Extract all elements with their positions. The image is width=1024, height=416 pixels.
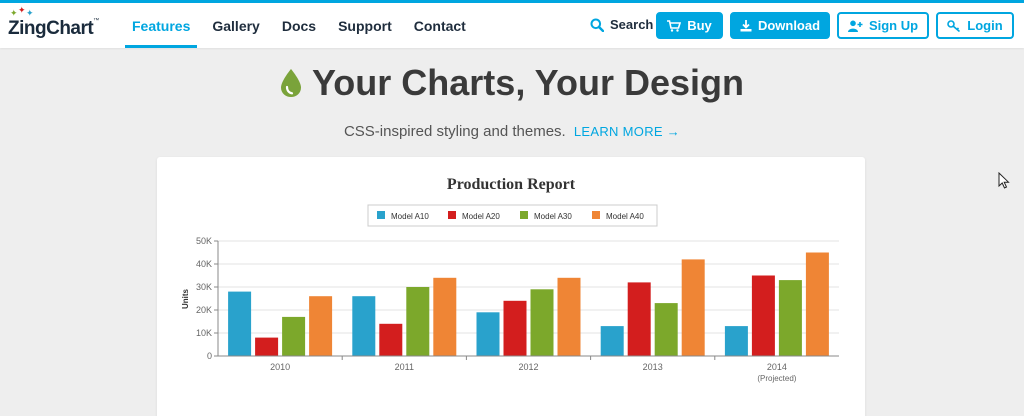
legend-entry-label[interactable]: Model A30	[534, 212, 572, 221]
sign-up-button[interactable]: Sign Up	[837, 12, 929, 39]
main-nav: Features Gallery Docs Support Contact	[125, 3, 481, 48]
logo-spark-icon: ✦	[18, 5, 26, 15]
top-navbar: ✦ ✦ ✦ ZingChart™ Features Gallery Docs S…	[0, 0, 1024, 48]
legend-entry-label[interactable]: Model A20	[462, 212, 500, 221]
login-label: Login	[967, 18, 1003, 33]
bar-model-a40-2013[interactable]	[681, 259, 705, 356]
hero-subtitle: CSS-inspired styling and themes. LEARN M…	[0, 123, 1024, 140]
brand-name: ZingChart™	[8, 18, 99, 39]
bar-model-a10-2012[interactable]	[476, 312, 500, 356]
logo-spark-icon: ✦	[10, 8, 18, 18]
bar-model-a10-2011[interactable]	[352, 296, 376, 356]
water-drop-icon	[280, 69, 301, 97]
y-tick-label: 10K	[196, 328, 212, 338]
chart-title: Production Report	[447, 176, 576, 193]
bar-model-a20-2014[interactable]	[751, 275, 775, 357]
subtitle-text: CSS-inspired styling and themes.	[343, 123, 566, 140]
nav-item-gallery[interactable]: Gallery	[205, 3, 266, 48]
nav-item-features[interactable]: Features	[125, 3, 198, 48]
download-label: Download	[757, 18, 821, 33]
search-icon	[590, 18, 604, 32]
x-tick-sublabel: (Projected)	[757, 374, 796, 383]
hero-heading: Your Charts, Your Design	[0, 62, 1024, 104]
chart-card: Production Report Model A10 Model A20 Mode…	[157, 157, 865, 416]
cart-icon	[667, 19, 682, 32]
bar-model-a20-2011[interactable]	[379, 323, 403, 356]
y-tick-label: 30K	[196, 282, 212, 292]
x-tick-label: 2013	[643, 362, 663, 372]
search-label: Search	[610, 17, 654, 32]
x-tick-label: 2011	[395, 362, 414, 372]
production-report-chart: Production Report Model A10 Model A20 Mode…	[181, 176, 839, 383]
learn-more-link[interactable]: LEARN MORE →	[574, 124, 680, 139]
x-tick-label: 2014	[767, 362, 787, 372]
logo-spark-icon: ✦	[26, 8, 34, 18]
search-link[interactable]: Search	[590, 17, 653, 32]
y-tick-label: 50K	[196, 236, 212, 246]
key-icon	[947, 19, 961, 32]
bar-model-a20-2012[interactable]	[503, 300, 527, 356]
bar-model-a30-2011[interactable]	[406, 287, 430, 356]
bar-model-a40-2012[interactable]	[557, 277, 581, 356]
bar-model-a30-2010[interactable]	[282, 316, 306, 356]
bar-model-a10-2010[interactable]	[228, 291, 252, 356]
legend-entry-label[interactable]: Model A10	[391, 212, 429, 221]
bar-model-a20-2013[interactable]	[627, 282, 651, 356]
bar-model-a10-2014[interactable]	[724, 326, 748, 356]
legend-swatch	[592, 211, 600, 219]
bar-model-a40-2014[interactable]	[805, 252, 829, 357]
y-tick-label: 40K	[196, 259, 212, 269]
bar-model-a30-2013[interactable]	[654, 303, 678, 356]
y-axis-label: Units	[181, 288, 190, 309]
nav-item-support[interactable]: Support	[331, 3, 399, 48]
legend-swatch	[448, 211, 456, 219]
login-button[interactable]: Login	[936, 12, 1014, 39]
x-tick-label: 2010	[270, 362, 290, 372]
nav-item-docs[interactable]: Docs	[275, 3, 323, 48]
bar-model-a10-2013[interactable]	[600, 326, 624, 356]
legend-swatch	[377, 211, 385, 219]
bar-model-a40-2011[interactable]	[433, 277, 457, 356]
bar-model-a30-2014[interactable]	[778, 280, 802, 356]
y-tick-label: 0	[207, 351, 212, 361]
buy-button[interactable]: Buy	[656, 12, 723, 39]
sign-up-label: Sign Up	[868, 18, 919, 33]
bar-model-a40-2010[interactable]	[309, 296, 333, 356]
page-title: Your Charts, Your Design	[311, 62, 745, 103]
x-tick-label: 2012	[518, 362, 538, 372]
bar-model-a30-2012[interactable]	[530, 289, 554, 356]
legend-swatch	[520, 211, 528, 219]
y-tick-label: 20K	[196, 305, 212, 315]
add-user-icon	[847, 20, 863, 32]
download-icon	[740, 19, 752, 31]
bar-model-a20-2010[interactable]	[255, 337, 279, 356]
legend-entry-label[interactable]: Model A40	[606, 212, 644, 221]
nav-item-contact[interactable]: Contact	[407, 3, 473, 48]
download-button[interactable]: Download	[730, 12, 830, 39]
mouse-cursor-icon	[998, 172, 1010, 189]
buy-label: Buy	[687, 18, 712, 33]
